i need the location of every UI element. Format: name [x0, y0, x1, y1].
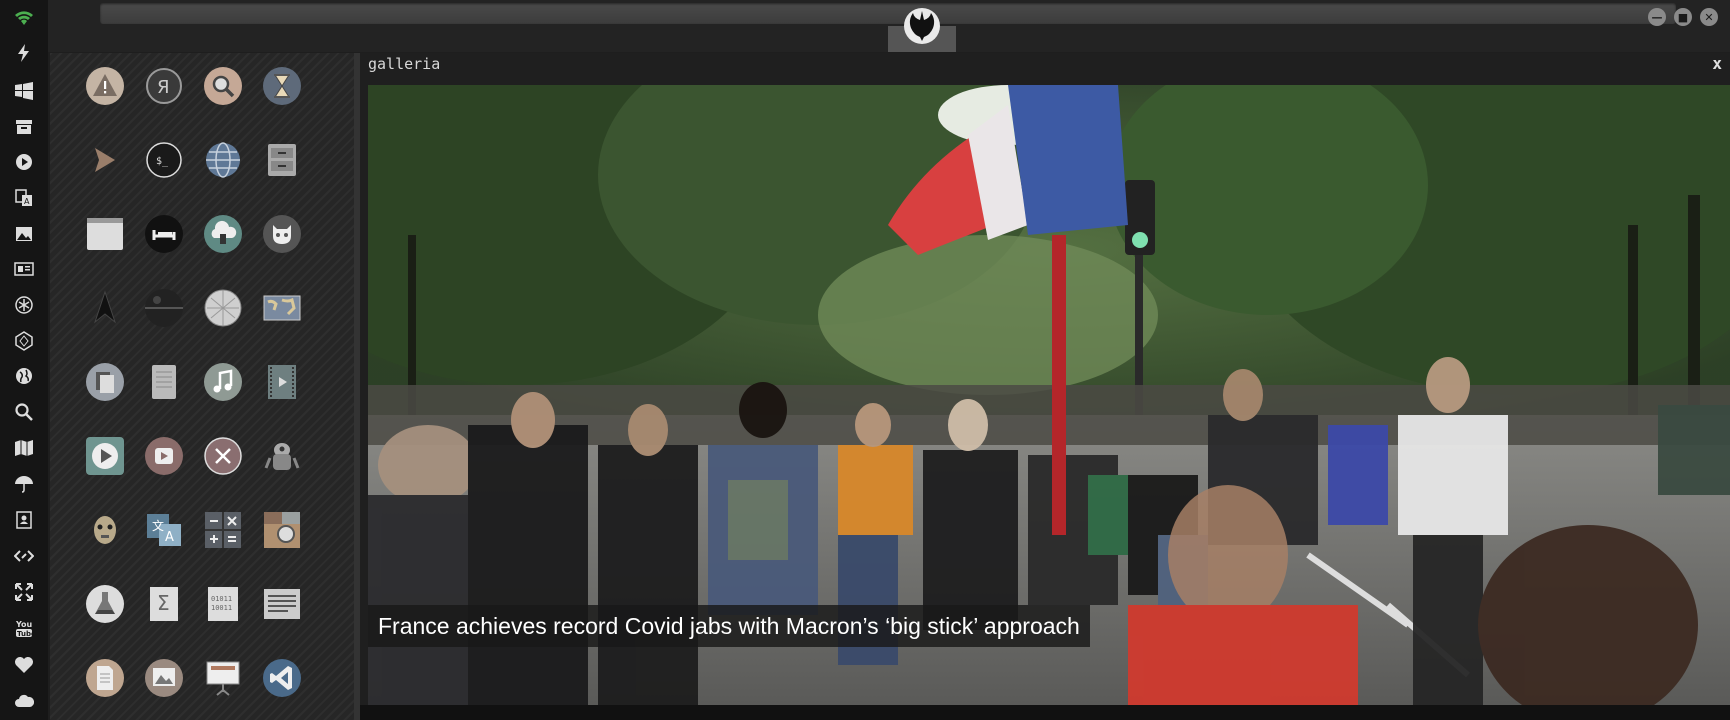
window-app-icon[interactable]: [85, 214, 125, 254]
svg-text:01011: 01011: [211, 595, 232, 603]
image-caption: France achieves record Covid jabs with M…: [368, 605, 1090, 647]
code-icon[interactable]: [12, 544, 36, 568]
close-circle-app-icon[interactable]: [203, 436, 243, 476]
search-icon[interactable]: [12, 400, 36, 424]
svg-text:Tube: Tube: [17, 630, 34, 638]
svg-text:$_: $_: [156, 156, 169, 167]
file-cabinet-app-icon[interactable]: [262, 140, 302, 180]
film-app-icon[interactable]: [262, 362, 302, 402]
camera-app-icon[interactable]: [262, 510, 302, 550]
death-star-app-icon[interactable]: [144, 288, 184, 328]
windows-icon[interactable]: [12, 79, 36, 103]
calculator-app-icon[interactable]: [203, 510, 243, 550]
image-icon[interactable]: [12, 222, 36, 246]
wifi-icon[interactable]: [12, 6, 36, 30]
svg-text:A: A: [24, 197, 30, 206]
map-icon[interactable]: [12, 436, 36, 460]
starfleet-app-icon[interactable]: [85, 288, 125, 328]
play-app-icon[interactable]: [85, 436, 125, 476]
svg-text:Σ: Σ: [157, 591, 170, 615]
close-button[interactable]: ✕: [1700, 8, 1718, 26]
top-bar: — ■ ✕: [48, 0, 1730, 52]
heart-icon[interactable]: [12, 653, 36, 677]
gallery-window: galleria x France achieves record Covid …: [360, 53, 1730, 720]
gallery-title: galleria: [368, 55, 441, 73]
text-editor-app-icon[interactable]: [262, 584, 302, 624]
translate-app-icon[interactable]: 文A: [144, 510, 184, 550]
document-app-icon[interactable]: [85, 658, 125, 698]
archive-icon[interactable]: [12, 115, 36, 139]
bolt-icon[interactable]: [12, 41, 36, 65]
droid-app-icon[interactable]: [262, 436, 302, 476]
cloud-icon[interactable]: [12, 689, 36, 713]
gallery-close-button[interactable]: x: [1712, 54, 1722, 73]
hourglass-app-icon[interactable]: [262, 66, 302, 106]
asterisk-icon[interactable]: [12, 293, 36, 317]
vscode-app-icon[interactable]: [262, 658, 302, 698]
sigma-app-icon[interactable]: Σ: [144, 584, 184, 624]
warning-app-icon[interactable]: [85, 66, 125, 106]
translate-icon[interactable]: A: [12, 186, 36, 210]
gallery-footer: [360, 705, 1730, 720]
music-app-icon[interactable]: [203, 362, 243, 402]
world-map-app-icon[interactable]: [262, 288, 302, 328]
arrow-app-icon[interactable]: [85, 140, 125, 180]
cloud-lock-app-icon[interactable]: [203, 214, 243, 254]
hexagon-icon[interactable]: [12, 329, 36, 353]
sleep-app-icon[interactable]: [144, 214, 184, 254]
maximize-button[interactable]: ■: [1674, 8, 1692, 26]
play-circle-icon[interactable]: [12, 150, 36, 174]
wikipedia-app-icon[interactable]: [203, 288, 243, 328]
notebook-app-icon[interactable]: [144, 362, 184, 402]
svg-text:You: You: [15, 620, 33, 629]
app-launcher-panel: Я $_ 文 A Σ 01011 10011: [50, 53, 354, 720]
image-viewer-app-icon[interactable]: [144, 658, 184, 698]
binary-app-icon[interactable]: 01011 10011: [203, 584, 243, 624]
svg-text:Я: Я: [157, 77, 170, 98]
yandex-app-icon[interactable]: Я: [144, 66, 184, 106]
svg-text:A: A: [165, 530, 174, 545]
c3po-app-icon[interactable]: [85, 510, 125, 550]
rebel-alliance-icon[interactable]: [888, 0, 956, 52]
umbrella-icon[interactable]: [12, 472, 36, 496]
newspaper-icon[interactable]: [12, 257, 36, 281]
presentation-app-icon[interactable]: [203, 658, 243, 698]
dock: A You Tube: [0, 0, 48, 720]
flask-app-icon[interactable]: [85, 584, 125, 624]
minimize-button[interactable]: —: [1648, 8, 1666, 26]
youtube-icon[interactable]: You Tube: [12, 616, 36, 640]
search-app-icon[interactable]: [203, 66, 243, 106]
svg-text:文: 文: [152, 518, 164, 533]
fullscreen-icon[interactable]: [12, 580, 36, 604]
contacts-icon[interactable]: [12, 508, 36, 532]
terminal-app-icon[interactable]: $_: [144, 140, 184, 180]
documents-app-icon[interactable]: [85, 362, 125, 402]
gallery-photo[interactable]: France achieves record Covid jabs with M…: [368, 85, 1730, 705]
globe-icon[interactable]: [12, 364, 36, 388]
globe-app-icon[interactable]: [203, 140, 243, 180]
github-app-icon[interactable]: [262, 214, 302, 254]
svg-text:10011: 10011: [211, 604, 232, 612]
video-app-icon[interactable]: [144, 436, 184, 476]
